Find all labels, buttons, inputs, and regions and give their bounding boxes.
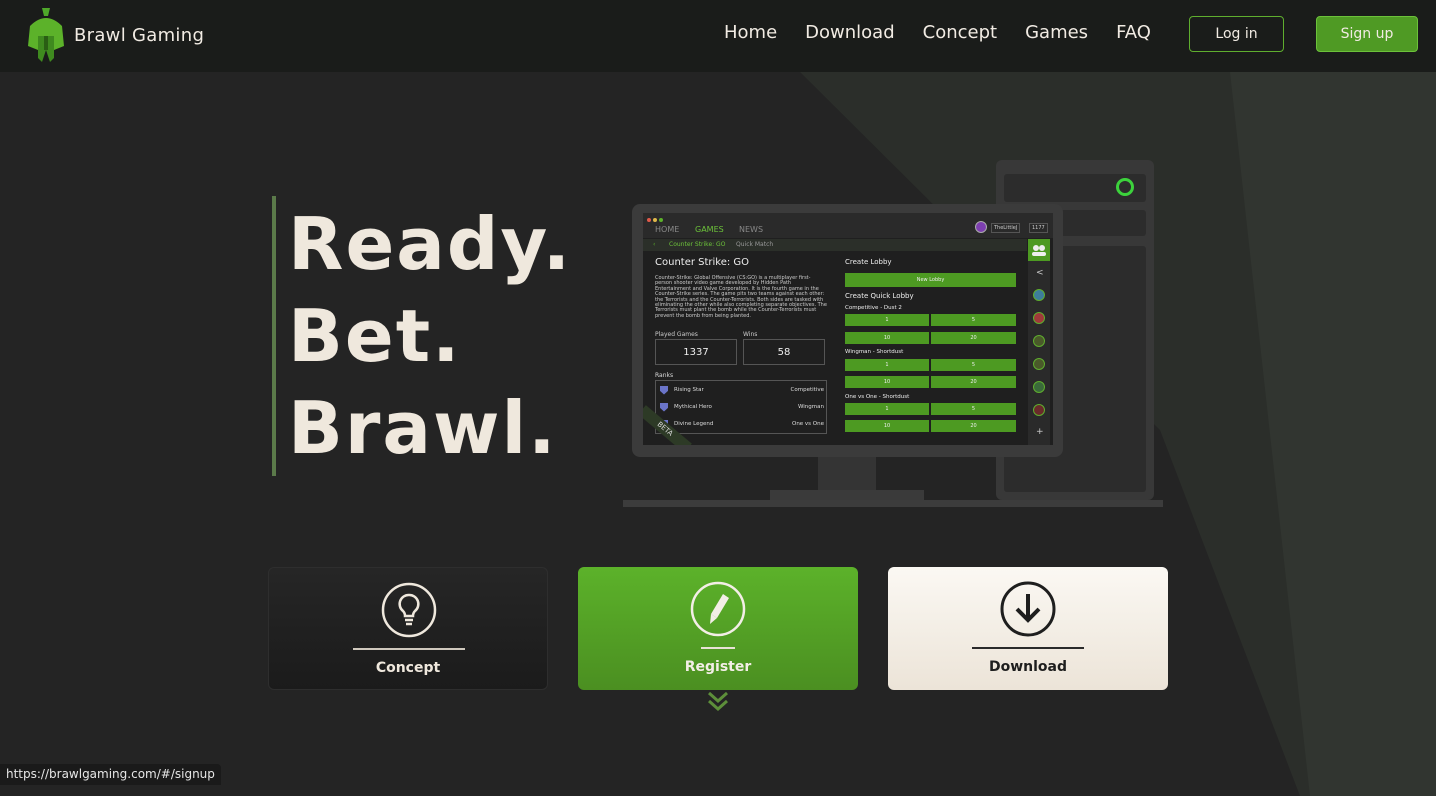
- nav-games[interactable]: Games: [1025, 22, 1088, 43]
- download-card[interactable]: Download: [888, 567, 1168, 690]
- status-bar-url: https://brawlgaming.com/#/signup: [0, 764, 221, 785]
- monitor-stand: [818, 455, 876, 491]
- bet-button: 10: [845, 376, 929, 388]
- card-divider: [972, 647, 1084, 649]
- quick-group-label: Wingman - Shortdust: [845, 349, 904, 355]
- lightbulb-icon: [381, 582, 437, 638]
- chevron-left-icon: ‹: [653, 241, 656, 248]
- quick-lobby-heading: Create Quick Lobby: [845, 292, 914, 300]
- rank-shield-icon: [660, 385, 668, 395]
- nav-download[interactable]: Download: [805, 22, 894, 43]
- bet-button: 1: [845, 359, 929, 371]
- double-chevron-down-icon: [708, 691, 728, 712]
- nav-faq[interactable]: FAQ: [1116, 22, 1151, 43]
- new-lobby-button: New Lobby: [845, 273, 1016, 287]
- friend-avatar: [1033, 358, 1045, 370]
- wins-value: 58: [743, 339, 825, 365]
- wins-label: Wins: [743, 331, 758, 338]
- login-button[interactable]: Log in: [1189, 16, 1284, 52]
- download-card-label: Download: [988, 659, 1068, 675]
- bet-button: 5: [931, 359, 1016, 371]
- preview-balance: 1177: [1029, 223, 1048, 233]
- download-arrow-icon: [1000, 581, 1056, 637]
- brand-name: Brawl Gaming: [74, 24, 205, 46]
- friend-avatar: [1033, 312, 1045, 324]
- preview-topbar: HOME GAMES NEWS TheLittleJ 1177: [643, 213, 1053, 238]
- hero-line-bet: Bet.: [288, 294, 462, 378]
- preview-tab-games: GAMES: [695, 225, 724, 234]
- concept-card[interactable]: Concept: [268, 567, 548, 690]
- main-nav: Home Download Concept Games FAQ: [724, 22, 1179, 43]
- rank-row: Mythical Hero Wingman: [660, 400, 824, 414]
- friend-avatar: [1033, 381, 1045, 393]
- card-divider: [353, 648, 465, 650]
- nav-home[interactable]: Home: [724, 22, 777, 43]
- ranks-list: Rising Star Competitive Mythical Hero Wing…: [655, 380, 827, 434]
- bet-button: 20: [931, 332, 1016, 344]
- hero-line-brawl: Brawl.: [288, 386, 558, 470]
- rank-shield-icon: [660, 402, 668, 412]
- power-led-icon: [1116, 178, 1134, 196]
- preview-username: TheLittleJ: [991, 223, 1021, 233]
- bet-button: 20: [931, 376, 1016, 388]
- bet-button: 1: [845, 314, 929, 326]
- register-card[interactable]: Register: [578, 567, 858, 690]
- bet-button: 10: [845, 420, 929, 432]
- preview-user-avatar: [975, 221, 987, 233]
- signup-button[interactable]: Sign up: [1316, 16, 1418, 52]
- hero-accent-bar: [272, 196, 276, 476]
- sidebar-add: +: [1036, 427, 1044, 437]
- hero-line-ready: Ready.: [288, 202, 573, 286]
- friend-avatar: [1033, 404, 1045, 416]
- nav-concept[interactable]: Concept: [923, 22, 997, 43]
- quick-group-label: One vs One - Shortdust: [845, 394, 910, 400]
- bet-button: 20: [931, 420, 1016, 432]
- friends-icon: [1028, 239, 1050, 261]
- create-lobby-heading: Create Lobby: [845, 258, 892, 266]
- breadcrumb-next: Quick Match: [736, 241, 774, 248]
- preview-tab-news: NEWS: [739, 225, 764, 234]
- breadcrumb-current: Counter Strike: GO: [669, 241, 726, 248]
- bet-button: 5: [931, 403, 1016, 415]
- preview-friends-sidebar: < +: [1028, 239, 1050, 445]
- preview-game-title: Counter Strike: GO: [655, 257, 750, 268]
- app-preview-screen: HOME GAMES NEWS TheLittleJ 1177 ‹ Counte…: [643, 213, 1053, 445]
- preview-breadcrumb: ‹ Counter Strike: GO Quick Match: [643, 239, 1027, 251]
- quick-group-label: Competitive - Dust 2: [845, 305, 902, 311]
- bet-button: 1: [845, 403, 929, 415]
- register-card-label: Register: [684, 659, 752, 675]
- preview-game-description: Counter-Strike: Global Offensive (CS:GO)…: [655, 275, 827, 319]
- sidebar-back: <: [1036, 268, 1044, 278]
- bet-button: 10: [845, 332, 929, 344]
- friend-avatar: [1033, 289, 1045, 301]
- played-value: 1337: [655, 339, 737, 365]
- concept-card-label: Concept: [375, 660, 441, 676]
- pencil-icon: [690, 581, 746, 637]
- rank-row: Rising Star Competitive: [660, 383, 824, 397]
- bet-button: 5: [931, 314, 1016, 326]
- brand-logo-link[interactable]: Brawl Gaming: [24, 6, 204, 64]
- friend-avatar: [1033, 335, 1045, 347]
- spartan-helmet-icon: [28, 8, 64, 62]
- card-divider: [701, 647, 735, 649]
- rank-row: Divine Legend One vs One: [660, 417, 824, 431]
- monitor-base: [770, 490, 924, 500]
- preview-tab-home: HOME: [655, 225, 680, 234]
- ranks-label: Ranks: [655, 372, 674, 379]
- desk: [623, 500, 1163, 507]
- top-navbar: Brawl Gaming Home Download Concept Games…: [0, 0, 1436, 72]
- played-label: Played Games: [655, 331, 698, 338]
